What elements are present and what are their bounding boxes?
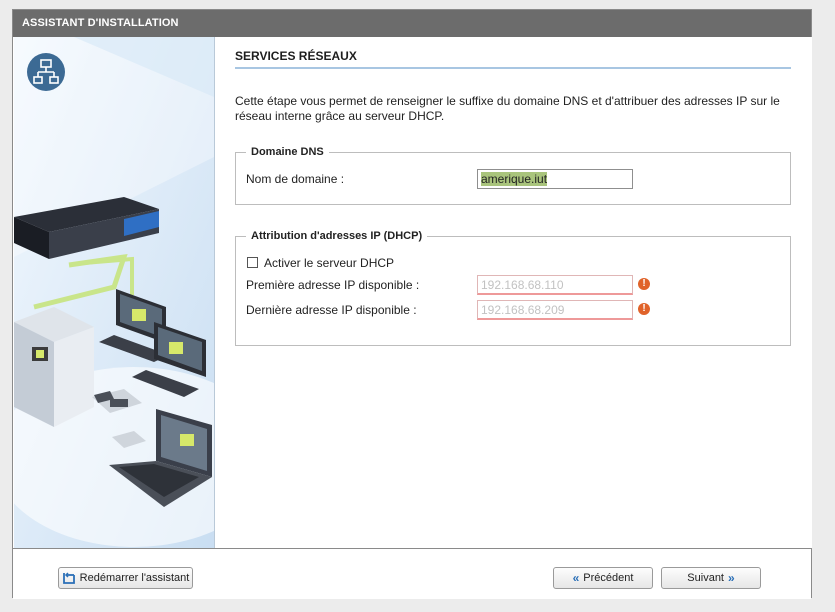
- double-chevron-left-icon: «: [572, 571, 580, 585]
- warning-icon: !: [638, 278, 650, 290]
- restart-icon: [62, 572, 75, 584]
- enable-dhcp-label[interactable]: Activer le serveur DHCP: [264, 256, 394, 270]
- domain-name-input[interactable]: amerique.iut: [477, 169, 633, 189]
- double-chevron-right-icon: »: [728, 571, 735, 585]
- wizard-content: SERVICES RÉSEAUX Cette étape vous permet…: [215, 37, 812, 548]
- domain-name-value: amerique.iut: [481, 172, 548, 186]
- installation-wizard-window: ASSISTANT D'INSTALLATION SERVICES RÉSEAU…: [12, 9, 812, 599]
- section-title: SERVICES RÉSEAUX: [235, 49, 791, 69]
- last-ip-label: Dernière adresse IP disponible :: [246, 303, 417, 317]
- first-ip-label: Première adresse IP disponible :: [246, 278, 420, 292]
- dhcp-legend: Attribution d'adresses IP (DHCP): [251, 230, 423, 242]
- wizard-sidebar-illustration: [14, 37, 215, 548]
- previous-label: Précédent: [583, 572, 634, 584]
- last-ip-input[interactable]: 192.168.68.209: [477, 300, 633, 320]
- domain-name-label: Nom de domaine :: [246, 172, 345, 186]
- previous-button[interactable]: « Précédent: [553, 567, 653, 589]
- window-title: ASSISTANT D'INSTALLATION: [13, 10, 811, 37]
- restart-wizard-label: Redémarrer l'assistant: [79, 572, 190, 584]
- network-illustration: [14, 37, 214, 548]
- restart-wizard-button[interactable]: Redémarrer l'assistant: [58, 567, 193, 589]
- dns-legend: Domaine DNS: [251, 146, 324, 158]
- next-label: Suivant: [687, 572, 724, 584]
- enable-dhcp-checkbox[interactable]: [247, 257, 258, 268]
- next-button[interactable]: Suivant »: [661, 567, 761, 589]
- network-icon: [27, 53, 65, 91]
- section-intro: Cette étape vous permet de renseigner le…: [235, 94, 780, 123]
- first-ip-input[interactable]: 192.168.68.110: [477, 275, 633, 295]
- warning-icon: !: [638, 303, 650, 315]
- wizard-footer: Redémarrer l'assistant « Précédent Suiva…: [13, 548, 811, 599]
